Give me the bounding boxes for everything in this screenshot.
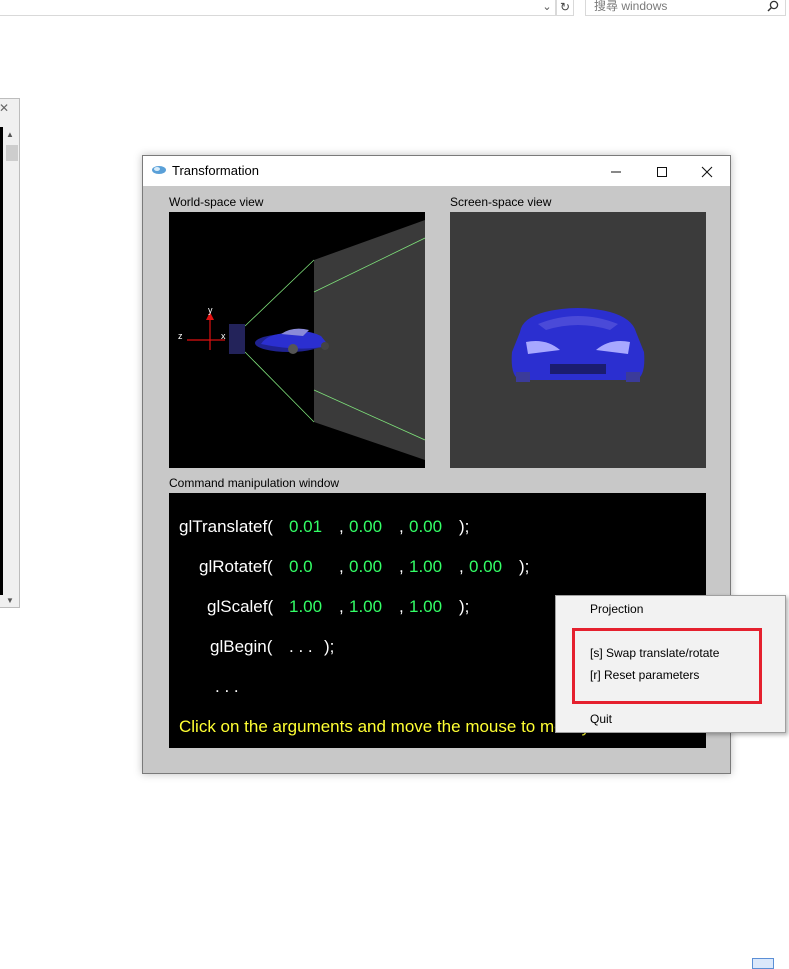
rotate-function: glRotatef( (199, 557, 273, 576)
separator: , (339, 557, 344, 576)
address-bar[interactable] (0, 0, 556, 16)
separator: , (339, 517, 344, 536)
search-box[interactable] (585, 0, 786, 16)
scale-arg-z[interactable]: 1.00 (409, 597, 442, 617)
separator: , (339, 597, 344, 616)
scale-function: glScalef( (207, 597, 274, 616)
close-button[interactable] (684, 156, 730, 186)
title-bar[interactable]: Transformation (143, 156, 730, 186)
command-window-label: Command manipulation window (169, 476, 340, 490)
separator: , (399, 557, 404, 576)
z-axis-label: z (178, 331, 183, 341)
frustum-line (244, 351, 315, 423)
minimize-button[interactable] (593, 156, 639, 186)
menu-item-projection[interactable]: Projection (590, 600, 643, 618)
close-icon[interactable]: ✕ (0, 101, 9, 115)
refresh-icon[interactable]: ↻ (556, 0, 574, 16)
frustum-line (244, 259, 315, 327)
separator: , (399, 597, 404, 616)
translate-function: glTranslatef( (179, 517, 273, 536)
separator: , (459, 557, 464, 576)
scrollbar[interactable]: ▲ ▼ (4, 127, 19, 607)
close-paren: ); (519, 557, 530, 576)
camera-box (229, 324, 245, 354)
window-title: Transformation (172, 163, 259, 178)
background-window: ✕ ▲ ▼ (0, 98, 20, 608)
rotate-arg-z[interactable]: 0.00 (469, 557, 502, 577)
menu-item-quit[interactable]: Quit (590, 710, 612, 728)
begin-function: glBegin( (210, 637, 273, 656)
rotate-arg-y[interactable]: 1.00 (409, 557, 442, 577)
chevron-down-icon[interactable]: ⌄ (540, 0, 554, 14)
close-paren: ); (324, 637, 335, 656)
close-paren: ); (459, 597, 470, 616)
scroll-up-icon[interactable]: ▲ (6, 130, 14, 139)
scale-arg-y[interactable]: 1.00 (349, 597, 382, 617)
maximize-button[interactable] (639, 156, 685, 186)
begin-args: . . . (289, 637, 313, 656)
x-axis-label: x (221, 331, 226, 341)
scrollbar-thumb[interactable] (6, 145, 18, 161)
screen-view-label: Screen-space view (450, 195, 552, 209)
minimize-icon (611, 171, 621, 173)
search-icon[interactable] (767, 0, 779, 14)
separator: , (399, 517, 404, 536)
scale-arg-x[interactable]: 1.00 (289, 597, 322, 617)
translate-arg-x[interactable]: 0.01 (289, 517, 322, 537)
background-window-content (0, 127, 3, 595)
projection-plane (314, 220, 425, 460)
scroll-down-icon[interactable]: ▼ (6, 596, 14, 605)
world-view-label: World-space view (169, 195, 264, 209)
y-axis-label: y (208, 305, 213, 315)
car-front-model (511, 308, 645, 382)
highlight-box (572, 628, 762, 704)
close-paren: ); (459, 517, 470, 536)
taskbar-icon[interactable] (752, 958, 774, 969)
rotate-arg-angle[interactable]: 0.0 (289, 557, 313, 577)
browser-toolbar: ⌄ ↻ (0, 0, 789, 17)
close-icon (701, 166, 713, 178)
world-space-view[interactable]: y z x (169, 212, 425, 468)
ellipsis: . . . (215, 677, 239, 696)
translate-arg-z[interactable]: 0.00 (409, 517, 442, 537)
search-input[interactable] (594, 0, 764, 14)
rotate-arg-x[interactable]: 0.00 (349, 557, 382, 577)
app-icon (152, 166, 166, 174)
translate-arg-y[interactable]: 0.00 (349, 517, 382, 537)
screen-space-view[interactable] (450, 212, 706, 468)
maximize-icon (657, 167, 667, 178)
